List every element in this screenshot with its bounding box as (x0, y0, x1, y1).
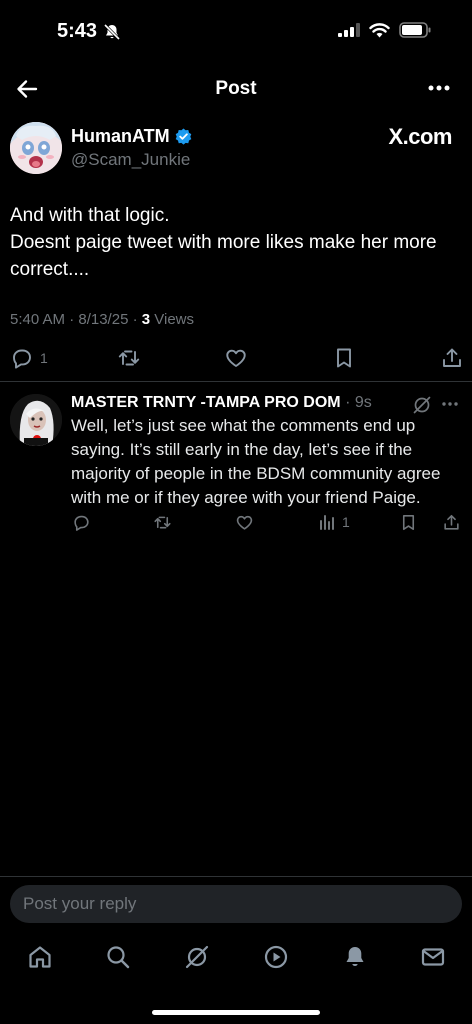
reply-author-name[interactable]: MASTER TRNTY -TAMPA PRO DOM (71, 394, 341, 411)
reply-time: · 9s (340, 394, 372, 411)
home-icon[interactable] (27, 944, 53, 970)
status-indicators (338, 22, 432, 38)
views-label: Views (150, 311, 195, 328)
video-play-icon[interactable] (263, 944, 289, 970)
like-button[interactable] (224, 346, 248, 370)
reply-icon (13, 349, 31, 369)
top-nav-bar: Post (0, 66, 472, 112)
heart-icon (226, 349, 246, 367)
bookmark-button[interactable] (332, 346, 356, 370)
grok-tab-icon[interactable] (184, 944, 210, 970)
reply-count: 1 (40, 350, 48, 366)
reply-bookmark-button[interactable] (399, 513, 418, 532)
bottom-tab-bar (0, 944, 472, 974)
reply-share-button[interactable] (442, 513, 461, 532)
author-avatar[interactable] (10, 122, 62, 174)
post-text: And with that logic. Doesnt paige tweet … (10, 202, 465, 283)
divider (0, 876, 472, 877)
post-action-bar: 1 (0, 346, 472, 372)
status-bar: 5:43 (0, 0, 472, 62)
author-handle[interactable]: @Scam_Junkie (71, 150, 190, 170)
reply-icon (74, 515, 89, 531)
reply-repost-button[interactable] (153, 513, 172, 532)
reply-more-options-icon[interactable] (442, 402, 458, 406)
source-badge: X.com (388, 124, 452, 149)
share-button[interactable] (440, 346, 464, 370)
repost-icon (118, 350, 140, 366)
share-icon (443, 348, 461, 367)
post-text-line: And with that logic. (10, 205, 170, 226)
reply-reply-button[interactable] (72, 513, 91, 532)
more-options-icon[interactable] (428, 85, 450, 91)
grok-icon[interactable] (412, 395, 432, 415)
page-title: Post (215, 78, 257, 99)
views-count: 3 (141, 311, 151, 328)
heart-icon (236, 515, 253, 530)
reply-views-count: 1 (342, 514, 350, 530)
views-chart-icon (320, 515, 334, 530)
home-indicator (152, 1010, 320, 1015)
divider (0, 381, 472, 382)
bell-muted-icon (103, 23, 121, 41)
author-name-text: HumanATM (71, 126, 170, 146)
post-timestamp[interactable]: 5:40 AM · 8/13/25 · (10, 311, 142, 328)
reply-composer[interactable]: Post your reply (10, 885, 462, 923)
verified-badge-icon (175, 128, 191, 145)
author-name[interactable]: HumanATM (71, 126, 192, 147)
post-metadata: 5:40 AM · 8/13/25 · 3 Views (10, 311, 194, 328)
repost-button[interactable] (117, 346, 141, 370)
reply-views-button[interactable]: 1 (318, 513, 350, 531)
reply-input-placeholder[interactable]: Post your reply (23, 894, 136, 914)
search-icon[interactable] (105, 944, 131, 970)
reply-text: Well, let’s just see what the comments e… (71, 416, 441, 507)
notifications-bell-icon[interactable] (342, 944, 368, 970)
reply-author-avatar[interactable] (10, 394, 62, 446)
reply-like-button[interactable] (235, 513, 254, 532)
reply-action-bar: 1 (0, 513, 472, 535)
battery-icon (399, 22, 431, 38)
messages-envelope-icon[interactable] (420, 944, 446, 970)
share-icon (444, 514, 459, 530)
cellular-signal-icon (338, 23, 360, 37)
repost-icon (154, 516, 171, 529)
post-text-line: Doesnt paige tweet with more likes make … (10, 232, 437, 280)
bookmark-icon (402, 514, 415, 531)
reply-button[interactable]: 1 (10, 346, 48, 370)
wifi-icon (369, 22, 390, 37)
status-time: 5:43 (57, 20, 98, 42)
reply-header: MASTER TRNTY -TAMPA PRO DOM · 9s (71, 394, 372, 412)
bookmark-icon (337, 348, 351, 368)
